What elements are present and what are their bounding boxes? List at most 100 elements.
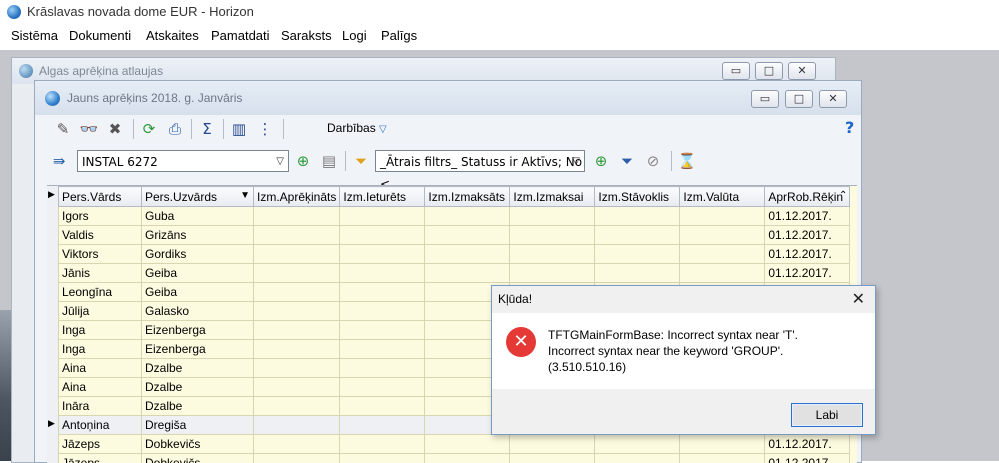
table-row[interactable]: JāzepsDobkevičs01.12.2017. bbox=[59, 435, 850, 454]
currency-cell[interactable] bbox=[680, 245, 765, 264]
org-combo[interactable]: INSTAL 6272 ▽ bbox=[77, 150, 289, 172]
to-pay-cell[interactable] bbox=[510, 435, 595, 454]
edit-icon[interactable]: ✎ bbox=[53, 119, 73, 139]
column-header[interactable]: Izm.Ieturēts bbox=[340, 187, 425, 207]
first-name-cell[interactable]: Antoņina bbox=[59, 416, 142, 435]
column-header[interactable]: AprRob.Rēķin⌃ bbox=[765, 187, 850, 207]
filter-icon[interactable]: ⏷ bbox=[351, 151, 371, 171]
currency-cell[interactable] bbox=[680, 264, 765, 283]
date-cell[interactable]: 01.12.2017. bbox=[765, 264, 850, 283]
last-name-cell[interactable]: Dzalbe bbox=[142, 359, 254, 378]
withheld-cell[interactable] bbox=[340, 226, 425, 245]
to-pay-cell[interactable] bbox=[510, 207, 595, 226]
computed-cell[interactable] bbox=[254, 207, 340, 226]
close-button[interactable]: ✕ bbox=[788, 62, 816, 80]
first-name-cell[interactable]: Ināra bbox=[59, 397, 142, 416]
state-cell[interactable] bbox=[595, 454, 680, 463]
last-name-cell[interactable]: Dobkevičs bbox=[142, 454, 254, 463]
column-header[interactable]: Izm.Stāvoklis bbox=[595, 187, 680, 207]
column-header[interactable]: Pers.Vārds bbox=[59, 187, 142, 207]
column-header[interactable]: Izm.Izmaksai bbox=[510, 187, 595, 207]
first-name-cell[interactable]: Jūlija bbox=[59, 302, 142, 321]
last-name-cell[interactable]: Guba bbox=[142, 207, 254, 226]
last-name-cell[interactable]: Grizāns bbox=[142, 226, 254, 245]
computed-cell[interactable] bbox=[254, 359, 340, 378]
currency-cell[interactable] bbox=[680, 454, 765, 463]
computed-cell[interactable] bbox=[254, 302, 340, 321]
funnel-icon[interactable]: ⏷ bbox=[617, 151, 637, 171]
first-name-cell[interactable]: Aina bbox=[59, 378, 142, 397]
menu-item-paligs[interactable]: Palīgs bbox=[381, 28, 417, 43]
last-name-cell[interactable]: Galasko bbox=[142, 302, 254, 321]
last-name-cell[interactable]: Dzalbe bbox=[142, 378, 254, 397]
clear-filter-icon[interactable]: ⊘ bbox=[643, 151, 663, 171]
add-quick-filter-icon[interactable]: ⊕ bbox=[591, 151, 611, 171]
first-name-cell[interactable]: Inga bbox=[59, 321, 142, 340]
table-row[interactable]: JānisGeiba01.12.2017. bbox=[59, 264, 850, 283]
last-name-cell[interactable]: Geiba bbox=[142, 264, 254, 283]
computed-cell[interactable] bbox=[254, 454, 340, 463]
date-cell[interactable]: 01.12.2017. bbox=[765, 245, 850, 264]
state-cell[interactable] bbox=[595, 264, 680, 283]
withheld-cell[interactable] bbox=[340, 207, 425, 226]
withheld-cell[interactable] bbox=[340, 340, 425, 359]
currency-cell[interactable] bbox=[680, 226, 765, 245]
maximize-button[interactable]: □ bbox=[785, 90, 813, 108]
column-header[interactable]: Pers.Uzvārds▼ bbox=[142, 187, 254, 207]
withheld-cell[interactable] bbox=[340, 245, 425, 264]
withheld-cell[interactable] bbox=[340, 435, 425, 454]
paid-cell[interactable] bbox=[425, 207, 510, 226]
table-row[interactable]: ValdisGrizāns01.12.2017. bbox=[59, 226, 850, 245]
last-name-cell[interactable]: Dzalbe bbox=[142, 397, 254, 416]
first-name-cell[interactable]: Leongīna bbox=[59, 283, 142, 302]
to-pay-cell[interactable] bbox=[510, 226, 595, 245]
view-icon[interactable]: 👓 bbox=[79, 119, 99, 139]
last-name-cell[interactable]: Eizenberga bbox=[142, 340, 254, 359]
scroll-up-icon[interactable]: ⌃ bbox=[839, 190, 847, 201]
ok-button[interactable]: Labi bbox=[791, 403, 863, 427]
computed-cell[interactable] bbox=[254, 435, 340, 454]
last-name-cell[interactable]: Geiba bbox=[142, 283, 254, 302]
date-cell[interactable]: 01.12.2017. bbox=[765, 435, 850, 454]
first-name-cell[interactable]: Igors bbox=[59, 207, 142, 226]
paid-cell[interactable] bbox=[425, 264, 510, 283]
withheld-cell[interactable] bbox=[340, 321, 425, 340]
menu-item-saraksts[interactable]: Saraksts bbox=[281, 28, 332, 43]
minimize-button[interactable]: ▭ bbox=[722, 62, 750, 80]
table-row[interactable]: IgorsGuba01.12.2017. bbox=[59, 207, 850, 226]
menu-item-logi[interactable]: Logi bbox=[342, 28, 367, 43]
first-name-cell[interactable]: Viktors bbox=[59, 245, 142, 264]
state-cell[interactable] bbox=[595, 207, 680, 226]
menu-item-atskaites[interactable]: Atskaites bbox=[146, 28, 199, 43]
print-icon[interactable]: ⎙ bbox=[165, 119, 185, 139]
paid-cell[interactable] bbox=[425, 245, 510, 264]
last-name-cell[interactable]: Eizenberga bbox=[142, 321, 254, 340]
computed-cell[interactable] bbox=[254, 226, 340, 245]
paid-cell[interactable] bbox=[425, 226, 510, 245]
column-header[interactable]: Izm.Aprēķināts bbox=[254, 187, 340, 207]
table-row[interactable]: ViktorsGordiks 01.12.2017. bbox=[59, 245, 850, 264]
withheld-cell[interactable] bbox=[340, 454, 425, 463]
computed-cell[interactable] bbox=[254, 264, 340, 283]
to-pay-cell[interactable] bbox=[510, 245, 595, 264]
quick-filter-combo[interactable]: _Ātrais filtrs_ Statuss ir Aktīvs; No < … bbox=[375, 150, 585, 172]
add-filter-icon[interactable]: ⊕ bbox=[293, 151, 313, 171]
tree-icon[interactable]: ⋮ bbox=[255, 119, 275, 139]
to-pay-cell[interactable] bbox=[510, 264, 595, 283]
withheld-cell[interactable] bbox=[340, 397, 425, 416]
last-name-cell[interactable]: Gordiks bbox=[142, 245, 254, 264]
withheld-cell[interactable] bbox=[340, 264, 425, 283]
computed-cell[interactable] bbox=[254, 245, 340, 264]
computed-cell[interactable] bbox=[254, 378, 340, 397]
close-icon[interactable]: ✕ bbox=[852, 289, 865, 308]
to-pay-cell[interactable] bbox=[510, 454, 595, 463]
menu-item-pamatdati[interactable]: Pamatdati bbox=[211, 28, 270, 43]
first-name-cell[interactable]: Jāzeps bbox=[59, 435, 142, 454]
withheld-cell[interactable] bbox=[340, 359, 425, 378]
withheld-cell[interactable] bbox=[340, 378, 425, 397]
sum-icon[interactable]: Σ bbox=[197, 119, 217, 139]
withheld-cell[interactable] bbox=[340, 283, 425, 302]
computed-cell[interactable] bbox=[254, 321, 340, 340]
close-button[interactable]: ✕ bbox=[819, 90, 847, 108]
menu-item-sistema[interactable]: Sistēma bbox=[11, 28, 58, 43]
